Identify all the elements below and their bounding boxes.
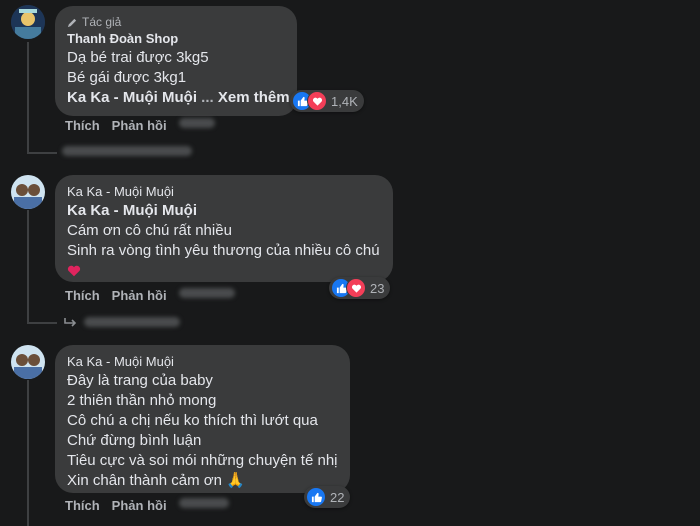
comment-author[interactable]: Thanh Đoàn Shop: [67, 30, 285, 48]
like-reaction-icon: [306, 487, 326, 507]
avatar[interactable]: [11, 5, 45, 39]
reaction-count: 23: [370, 280, 385, 296]
reaction-count: 1,4K: [331, 93, 358, 109]
comment-actions: Thích Phản hồi: [65, 288, 235, 303]
reaction-summary[interactable]: 1,4K: [290, 90, 364, 112]
comment-line: Sinh ra vòng tình yêu thương của nhiều c…: [67, 242, 380, 259]
view-replies-link[interactable]: [64, 316, 180, 328]
love-reaction-icon: [307, 91, 327, 111]
thread-line-2: [27, 210, 29, 324]
comment-bubble: Tác giả Thanh Đoàn Shop Dạ bé trai được …: [55, 6, 297, 116]
comment-author[interactable]: Ka Ka - Muội Muội: [67, 183, 381, 201]
reply-arrow-icon: [64, 318, 77, 327]
comment-line: Xin chân thành cảm ơn 🙏: [67, 472, 245, 489]
comment-bubble: Ka Ka - Muội Muội Ka Ka - Muội Muội Cám …: [55, 175, 393, 282]
timestamp: [178, 118, 215, 128]
pencil-icon: [67, 18, 77, 27]
comment-line: Chứ đừng bình luận: [67, 432, 202, 449]
see-more-link[interactable]: Xem thêm: [218, 89, 290, 106]
thread-line-1-branch: [27, 152, 57, 154]
mention-link[interactable]: Ka Ka - Muội Muội: [67, 89, 197, 106]
reaction-count: 22: [330, 489, 345, 505]
mention-link[interactable]: Ka Ka - Muội Muội: [67, 201, 381, 221]
thread-line-1: [27, 42, 29, 154]
like-button[interactable]: Thích: [65, 498, 100, 513]
reaction-summary[interactable]: 22: [304, 486, 351, 508]
comment-line: Dạ bé trai được 3kg5: [67, 49, 209, 66]
timestamp: [178, 288, 235, 298]
reaction-summary[interactable]: 23: [329, 277, 391, 299]
like-button[interactable]: Thích: [65, 288, 100, 303]
comment-line: Cô chú a chị nếu ko thích thì lướt qua: [67, 412, 318, 429]
thread-line-2-branch: [27, 322, 57, 324]
comment-line: Bé gái được 3kg1: [67, 69, 187, 86]
timestamp: [178, 498, 229, 508]
comment-actions: Thích Phản hồi: [65, 498, 229, 513]
reply-button[interactable]: Phản hồi: [112, 118, 167, 133]
like-button[interactable]: Thích: [65, 118, 100, 133]
comment-line: 2 thiên thần nhỏ mong: [67, 392, 217, 409]
comment-line: Tiêu cực và soi mói những chuyện tế nhị: [67, 452, 338, 469]
comment-line: Cám ơn cô chú rất nhiều: [67, 222, 232, 239]
author-badge-label: Tác giả: [82, 15, 122, 29]
comment-author[interactable]: Ka Ka - Muội Muội: [67, 353, 338, 371]
avatar[interactable]: [11, 175, 45, 209]
author-badge: Tác giả: [67, 14, 285, 30]
reply-button[interactable]: Phản hồi: [112, 288, 167, 303]
heart-emoji-icon: [67, 265, 81, 277]
reply-button[interactable]: Phản hồi: [112, 498, 167, 513]
view-replies-link[interactable]: [62, 146, 192, 156]
thread-line-3: [27, 380, 29, 526]
comment-line-bold: Ka Ka - Muội Muội ... Xem thêm: [67, 89, 290, 106]
love-reaction-icon: [346, 278, 366, 298]
comment-actions: Thích Phản hồi: [65, 118, 215, 133]
comment-line: Đây là trang của baby: [67, 372, 213, 389]
avatar[interactable]: [11, 345, 45, 379]
comment-bubble: Ka Ka - Muội Muội Đây là trang của baby …: [55, 345, 350, 493]
